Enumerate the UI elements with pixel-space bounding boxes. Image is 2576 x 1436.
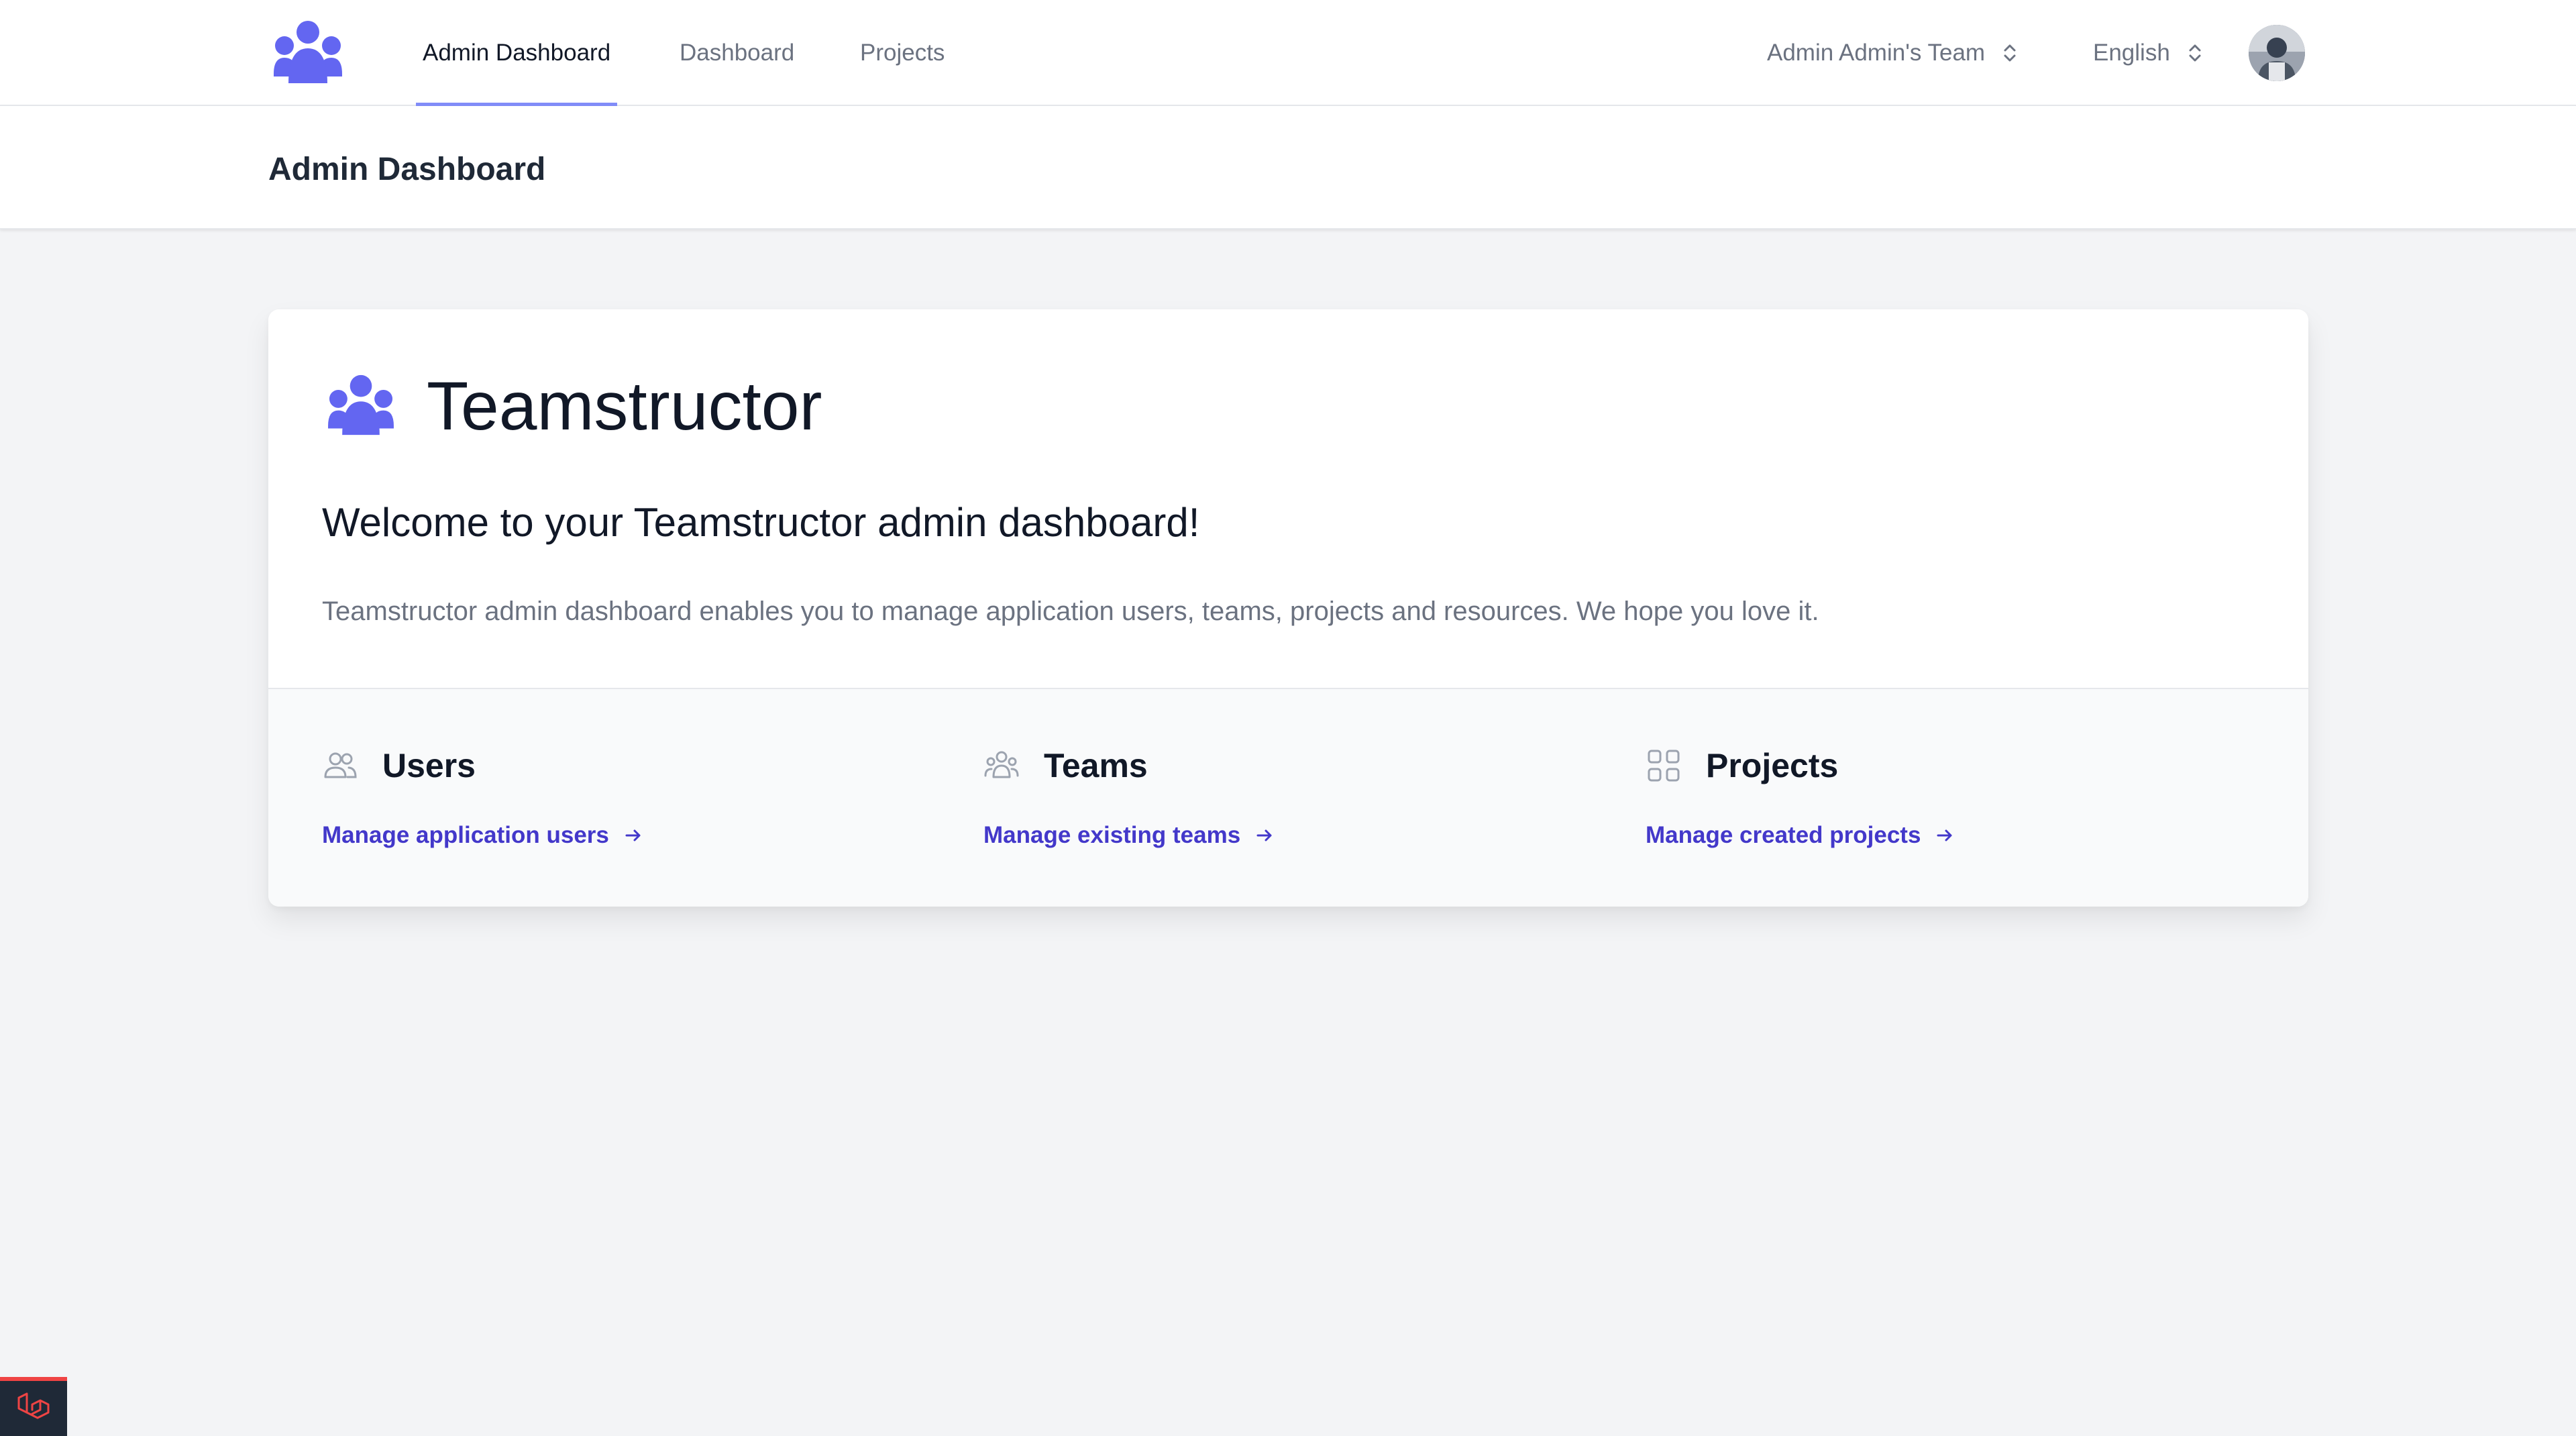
top-navigation: Admin Dashboard Dashboard Projects Admin… [0, 0, 2576, 106]
logo-icon [328, 374, 394, 435]
feature-users: Users Manage application users [322, 689, 926, 907]
feature-projects: Projects Manage created projects [1646, 689, 2249, 907]
welcome-heading: Welcome to your Teamstructor admin dashb… [322, 500, 1200, 545]
card-features: Users Manage application users Teams Man… [268, 689, 2308, 907]
user-avatar[interactable] [2249, 25, 2305, 81]
arrow-right-icon [1937, 829, 1952, 841]
debugbar-toggle[interactable] [0, 1377, 67, 1436]
brand-name: Teamstructor [427, 368, 822, 444]
card-intro: Teamstructor Welcome to your Teamstructo… [268, 309, 2308, 689]
arrow-right-icon [625, 829, 641, 841]
grid-icon [1648, 750, 1680, 782]
nav-projects[interactable]: Projects [853, 0, 951, 106]
feature-users-title: Users [382, 747, 476, 784]
chevron-up-down-icon [2189, 44, 2201, 62]
team-switcher-label: Admin Admin's Team [1767, 40, 1986, 66]
nav-admin-dashboard[interactable]: Admin Dashboard [416, 0, 618, 106]
page-header: Admin Dashboard [0, 106, 2576, 229]
language-switcher-label: English [2093, 40, 2170, 66]
feature-teams-header: Teams [983, 746, 1148, 785]
teams-icon [984, 751, 1019, 778]
feature-projects-header: Projects [1646, 746, 1838, 785]
page-title: Admin Dashboard [268, 152, 546, 187]
avatar-image [2249, 25, 2305, 81]
nav-dashboard[interactable]: Dashboard [673, 0, 801, 106]
team-switcher[interactable]: Admin Admin's Team [1767, 0, 2017, 106]
feature-teams-title: Teams [1044, 747, 1148, 784]
manage-projects-link[interactable]: Manage created projects [1646, 822, 1954, 849]
laravel-icon [17, 1392, 50, 1419]
logo-icon[interactable] [271, 19, 345, 86]
manage-projects-label: Manage created projects [1646, 822, 1921, 848]
welcome-card: Teamstructor Welcome to your Teamstructo… [268, 309, 2308, 907]
users-icon [324, 752, 357, 778]
manage-teams-label: Manage existing teams [983, 822, 1241, 848]
manage-users-label: Manage application users [322, 822, 609, 848]
welcome-description: Teamstructor admin dashboard enables you… [322, 597, 1819, 626]
arrow-right-icon [1256, 829, 1272, 841]
manage-users-link[interactable]: Manage application users [322, 822, 643, 849]
feature-projects-title: Projects [1706, 747, 1839, 784]
language-switcher[interactable]: English [2093, 0, 2202, 106]
chevron-up-down-icon [2004, 44, 2016, 62]
feature-users-header: Users [322, 746, 476, 785]
manage-teams-link[interactable]: Manage existing teams [983, 822, 1274, 849]
feature-teams: Teams Manage existing teams [983, 689, 1587, 907]
